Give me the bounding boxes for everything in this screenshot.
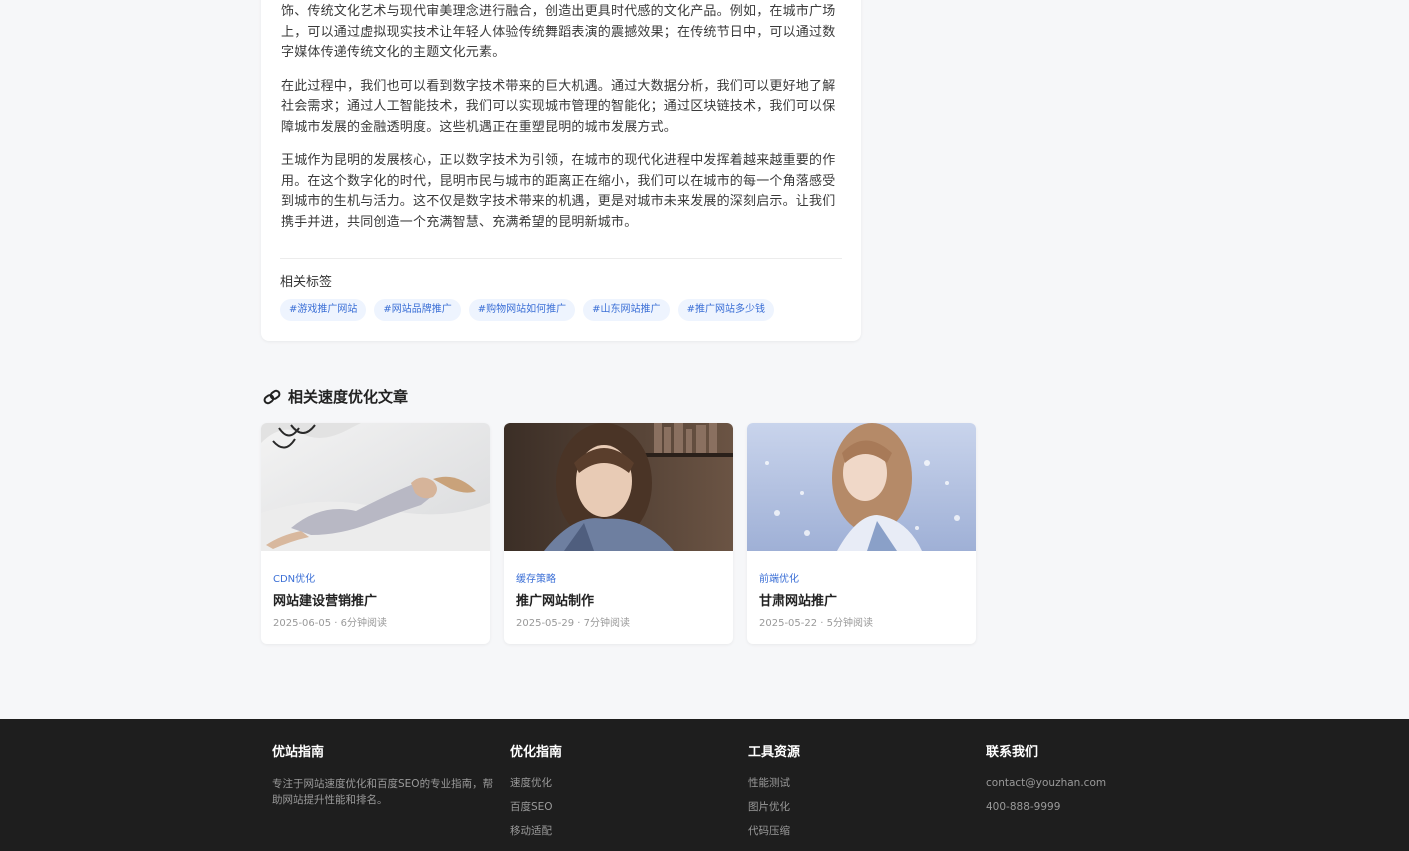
card-category[interactable]: 缓存策略	[516, 573, 721, 587]
footer-link[interactable]: 代码压缩	[748, 824, 800, 838]
card-title[interactable]: 推广网站制作	[516, 593, 721, 611]
article-paragraph: 王城作为昆明的发展核心，正以数字技术为引领，在城市的现代化进程中发挥着越来越重要…	[281, 153, 836, 230]
footer-contact: 联系我们 contact@youzhan.com 400-888-9999	[986, 745, 1106, 824]
tag-link[interactable]: #山东网站推广	[583, 299, 670, 321]
tag-link[interactable]: #购物网站如何推广	[468, 299, 576, 321]
tag-link[interactable]: #游戏推广网站	[280, 299, 367, 321]
related-card[interactable]: 缓存策略 推广网站制作 2025-05-29 · 7分钟阅读	[504, 423, 733, 644]
article-body: 饰、传统文化艺术与现代审美理念进行融合，创造出更具时代感的文化产品。例如，在城市…	[281, 0, 841, 233]
footer-link[interactable]: 速度优化	[510, 776, 562, 790]
tags-title: 相关标签	[280, 275, 333, 290]
card-title[interactable]: 甘肃网站推广	[759, 593, 964, 611]
contact-phone: 400-888-9999	[986, 801, 1061, 813]
card-image	[504, 423, 733, 551]
card-image	[747, 423, 976, 551]
tag-link[interactable]: #推广网站多少钱	[677, 299, 774, 321]
tag-list: #游戏推广网站 #网站品牌推广 #购物网站如何推广 #山东网站推广 #推广网站多…	[280, 299, 774, 321]
card-title[interactable]: 网站建设营销推广	[273, 593, 478, 611]
related-grid: CDN优化 网站建设营销推广 2025-06-05 · 6分钟阅读 缓存策略 推…	[261, 423, 976, 644]
footer-link[interactable]: 图片优化	[748, 800, 800, 814]
card-meta: 2025-06-05 · 6分钟阅读	[273, 618, 388, 629]
footer-link[interactable]: 移动适配	[510, 824, 562, 838]
card-category[interactable]: 前端优化	[759, 573, 964, 587]
article-paragraph: 在此过程中，我们也可以看到数字技术带来的巨大机遇。通过大数据分析，我们可以更好地…	[281, 78, 836, 135]
footer-link[interactable]: 性能测试	[748, 776, 800, 790]
tag-link[interactable]: #网站品牌推广	[374, 299, 461, 321]
related-heading: 相关速度优化文章	[262, 386, 408, 407]
footer-link[interactable]: 百度SEO	[510, 800, 562, 814]
related-card[interactable]: CDN优化 网站建设营销推广 2025-06-05 · 6分钟阅读	[261, 423, 490, 644]
footer-brand-desc: 专注于网站速度优化和百度SEO的专业指南，帮助网站提升性能和排名。	[272, 778, 494, 806]
footer-tools: 工具资源 性能测试 图片优化 代码压缩	[748, 745, 800, 848]
site-footer: 优站指南 专注于网站速度优化和百度SEO的专业指南，帮助网站提升性能和排名。 优…	[0, 719, 1409, 851]
footer-tools-title: 工具资源	[748, 745, 801, 760]
card-image	[261, 423, 490, 551]
footer-guides-title: 优化指南	[510, 745, 563, 760]
card-meta: 2025-05-22 · 5分钟阅读	[759, 618, 874, 629]
footer-guides: 优化指南 速度优化 百度SEO 移动适配	[510, 745, 562, 848]
footer-contact-title: 联系我们	[986, 745, 1039, 760]
article-paragraph: 饰、传统文化艺术与现代审美理念进行融合，创造出更具时代感的文化产品。例如，在城市…	[281, 4, 836, 60]
divider	[280, 258, 842, 259]
related-card[interactable]: 前端优化 甘肃网站推广 2025-05-22 · 5分钟阅读	[747, 423, 976, 644]
card-category[interactable]: CDN优化	[273, 573, 478, 587]
link-icon	[263, 389, 281, 404]
footer-brand-title: 优站指南	[272, 745, 325, 760]
article-card: 饰、传统文化艺术与现代审美理念进行融合，创造出更具时代感的文化产品。例如，在城市…	[261, 0, 861, 341]
contact-email[interactable]: contact@youzhan.com	[986, 776, 1106, 790]
footer-brand: 优站指南 专注于网站速度优化和百度SEO的专业指南，帮助网站提升性能和排名。	[272, 745, 502, 808]
card-meta: 2025-05-29 · 7分钟阅读	[516, 618, 631, 629]
related-heading-text: 相关速度优化文章	[288, 388, 409, 406]
